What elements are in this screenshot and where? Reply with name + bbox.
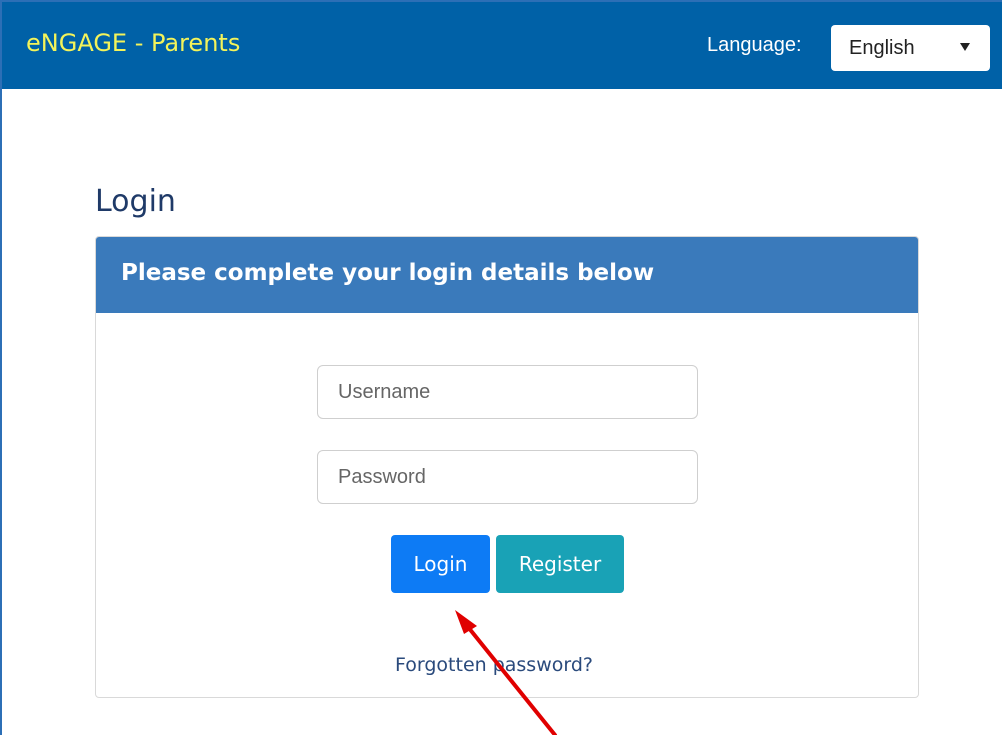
window-border-left xyxy=(0,0,2,735)
login-panel-title: Please complete your login details below xyxy=(121,260,655,286)
register-button[interactable]: Register xyxy=(496,535,624,593)
page-title: Login xyxy=(95,184,176,219)
login-button[interactable]: Login xyxy=(391,535,490,593)
brand-link[interactable]: eNGAGE - Parents xyxy=(26,29,240,57)
language-select-value: English xyxy=(849,37,915,59)
top-navbar: eNGAGE - Parents Language: English xyxy=(2,2,1002,89)
chevron-down-icon xyxy=(960,43,970,51)
login-panel: Please complete your login details below… xyxy=(95,236,919,698)
language-label: Language: xyxy=(707,34,802,56)
forgotten-password-link[interactable]: Forgotten password? xyxy=(395,654,593,676)
language-select[interactable]: English xyxy=(831,25,990,71)
login-panel-header: Please complete your login details below xyxy=(96,237,918,313)
username-input[interactable] xyxy=(317,365,698,419)
password-input[interactable] xyxy=(317,450,698,504)
